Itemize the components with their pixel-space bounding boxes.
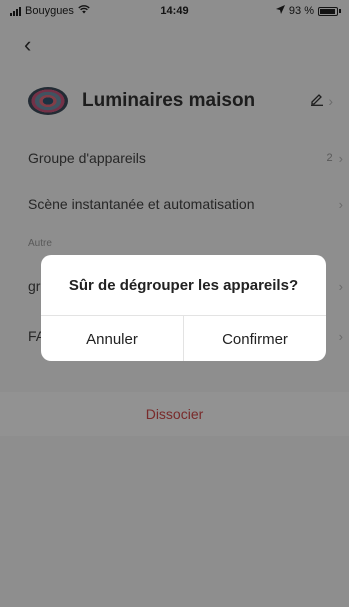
dialog-buttons: Annuler Confirmer — [41, 316, 326, 361]
confirm-button[interactable]: Confirmer — [183, 316, 326, 361]
cancel-button[interactable]: Annuler — [41, 316, 183, 361]
confirm-dialog: Sûr de dégrouper les appareils? Annuler … — [41, 255, 326, 361]
dialog-message: Sûr de dégrouper les appareils? — [41, 255, 326, 316]
